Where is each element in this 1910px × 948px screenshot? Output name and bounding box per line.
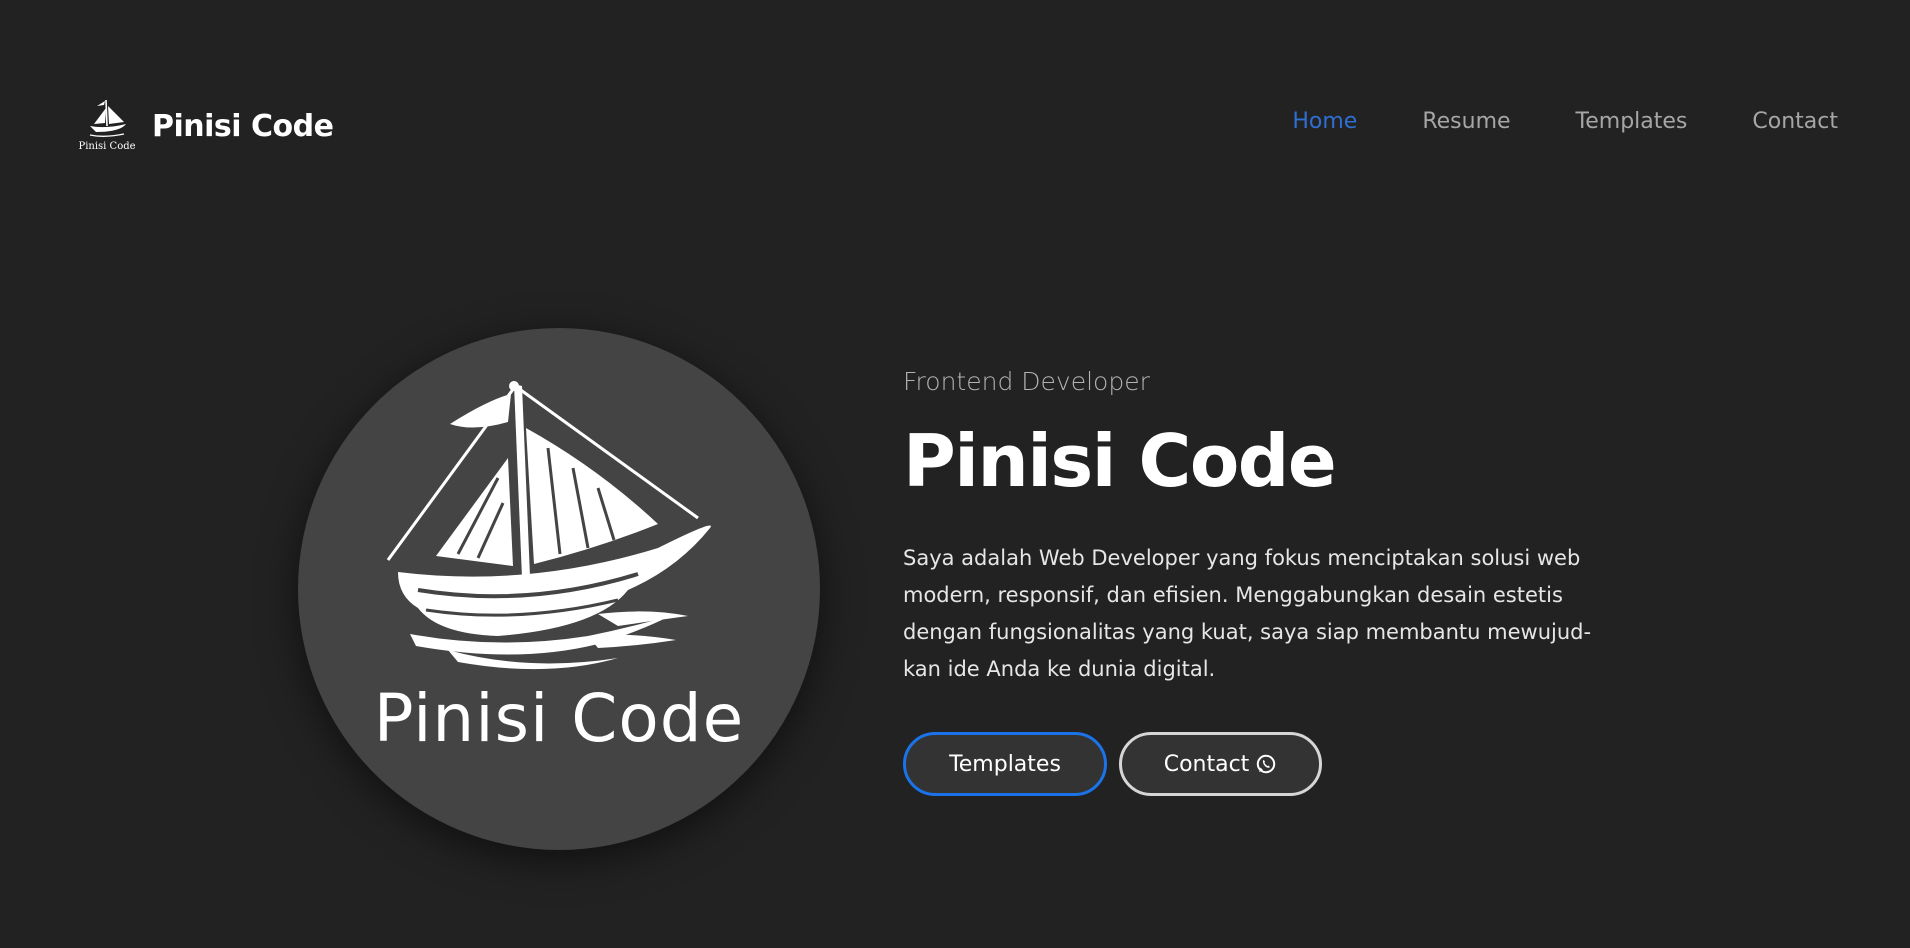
contact-button[interactable]: Contact <box>1119 732 1322 796</box>
hero-logo-circle: Pinisi Code <box>298 328 820 850</box>
whatsapp-icon <box>1255 753 1277 775</box>
brand-name: Pinisi Code <box>152 108 334 144</box>
hero-title: Pinisi Code <box>903 419 1337 503</box>
hero-logo-caption: Pinisi Code <box>373 680 745 757</box>
hero-description: Saya adalah Web Developer yang fokus men… <box>903 546 1592 681</box>
hero-subtitle: Frontend Developer <box>903 367 1150 396</box>
nav-link-resume[interactable]: Resume <box>1422 109 1510 134</box>
nav-item-contact: Contact <box>1752 104 1838 140</box>
templates-button-label: Templates <box>949 751 1061 777</box>
sailboat-icon <box>386 381 711 670</box>
brand-link[interactable]: Pinisi Code Pinisi Code <box>78 96 334 156</box>
contact-button-label: Contact <box>1163 751 1250 777</box>
nav-item-home: Home <box>1292 104 1357 140</box>
nav-item-templates: Templates <box>1576 104 1688 140</box>
hero-text: Frontend Developer Pinisi Code Saya adal… <box>903 362 1623 796</box>
nav-link-contact[interactable]: Contact <box>1752 109 1838 134</box>
navbar: Pinisi Code Pinisi Code Home Resume Temp… <box>0 0 1910 244</box>
sailboat-icon <box>89 99 126 137</box>
templates-button[interactable]: Templates <box>903 732 1107 796</box>
brand-logo: Pinisi Code <box>78 96 136 156</box>
brand-logo-caption: Pinisi Code <box>78 141 136 152</box>
nav-item-resume: Resume <box>1422 104 1510 140</box>
nav-menu: Home Resume Templates Contact <box>1227 104 1838 140</box>
hero-buttons: Templates Contact <box>903 732 1623 796</box>
nav-link-home[interactable]: Home <box>1292 109 1357 134</box>
nav-link-templates[interactable]: Templates <box>1576 109 1688 134</box>
